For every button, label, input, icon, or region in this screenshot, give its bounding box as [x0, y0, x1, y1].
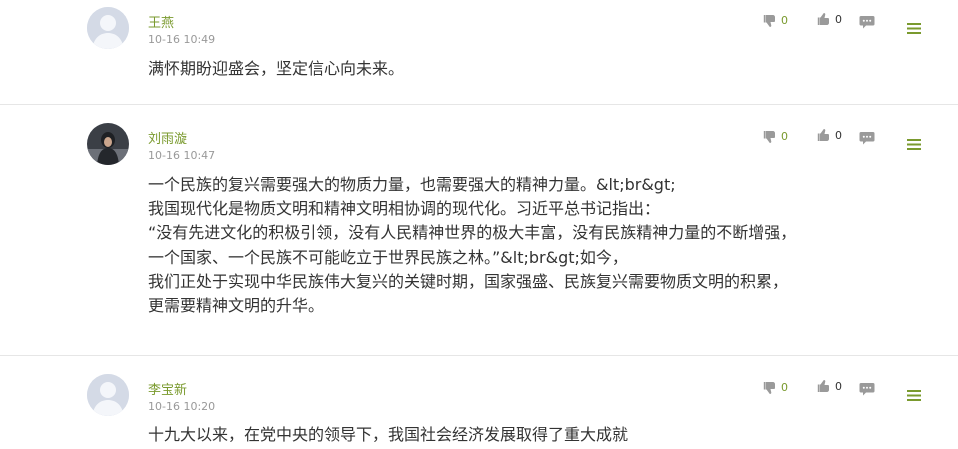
dislike-count: 0	[781, 380, 788, 394]
chat-bubble-icon	[859, 16, 875, 29]
comment-text: 一个民族的复兴需要强大的物质力量，也需要强大的精神力量。&lt;br&gt; 我…	[148, 173, 796, 318]
comment-actions: 0 0	[0, 380, 958, 400]
like-button[interactable]: 0	[817, 128, 842, 143]
comment-text-line: 满怀期盼迎盛会，坚定信心向未来。	[148, 59, 405, 78]
hamburger-menu-icon	[907, 23, 921, 34]
comment-actions: 0 0	[0, 129, 958, 149]
comment-item: 李宝新 10-16 10:20 十九大以来，在党中央的领导下，我国社会经济发展取…	[0, 356, 958, 449]
thumbs-up-icon	[817, 129, 829, 141]
timestamp: 10-16 10:47	[148, 149, 216, 162]
dislike-button[interactable]: 0	[763, 13, 788, 28]
more-menu-button[interactable]	[906, 136, 922, 155]
dislike-count: 0	[781, 13, 788, 27]
comment-text-line: 更需要精神文明的升华。	[148, 295, 325, 315]
thumbs-down-icon	[763, 15, 775, 27]
comment-text: 十九大以来，在党中央的领导下，我国社会经济发展取得了重大成就	[148, 423, 628, 447]
comment-text-line: 我们正处于实现中华民族伟大复兴的关键时期，国家强盛、民族复兴需要物质文明的积累，	[148, 271, 789, 291]
reply-button[interactable]	[859, 382, 875, 397]
dislike-button[interactable]: 0	[763, 380, 788, 395]
more-menu-button[interactable]	[906, 387, 922, 406]
timestamp: 10-16 10:49	[148, 33, 216, 46]
hamburger-menu-icon	[907, 390, 921, 401]
like-count: 0	[835, 128, 842, 142]
chat-bubble-icon	[859, 383, 875, 396]
comment-text: 满怀期盼迎盛会，坚定信心向未来。	[148, 57, 404, 81]
comment-text-line: “没有先进文化的积极引领，没有人民精神世界的极大丰富，没有民族精神力量的不断增强…	[148, 223, 797, 243]
more-menu-button[interactable]	[906, 20, 922, 39]
comment-item: 刘雨漩 10-16 10:47 一个民族的复兴需要强大的物质力量，也需要强大的精…	[0, 105, 958, 354]
like-count: 0	[835, 12, 842, 26]
timestamp: 10-16 10:20	[148, 400, 216, 413]
comment-text-line: 一个民族的复兴需要强大的物质力量，也需要强大的精神力量。&lt;br&gt;	[148, 175, 676, 194]
dislike-button[interactable]: 0	[763, 129, 788, 144]
hamburger-menu-icon	[907, 139, 921, 150]
comment-text-line: 一个国家、一个民族不可能屹立于世界民族之林。”&lt;br&gt;如今，	[148, 247, 628, 267]
like-button[interactable]: 0	[817, 379, 842, 394]
chat-bubble-icon	[859, 132, 875, 145]
comment-actions: 0 0	[0, 13, 958, 33]
reply-button[interactable]	[859, 15, 875, 30]
thumbs-up-icon	[817, 380, 829, 392]
comment-text-line: 我国现代化是物质文明和精神文明相协调的现代化。习近平总书记指出：	[148, 199, 661, 219]
thumbs-up-icon	[817, 13, 829, 25]
dislike-count: 0	[781, 129, 788, 143]
like-count: 0	[835, 379, 842, 393]
comment-item: 王燕 10-16 10:49 满怀期盼迎盛会，坚定信心向未来。 0 0	[0, 0, 958, 104]
thumbs-down-icon	[763, 131, 775, 143]
like-button[interactable]: 0	[817, 12, 842, 27]
thumbs-down-icon	[763, 382, 775, 394]
comment-list: 王燕 10-16 10:49 满怀期盼迎盛会，坚定信心向未来。 0 0 刘雨漩 …	[0, 0, 958, 449]
reply-button[interactable]	[859, 131, 875, 146]
comment-text-line: 十九大以来，在党中央的领导下，我国社会经济发展取得了重大成就	[148, 425, 629, 444]
